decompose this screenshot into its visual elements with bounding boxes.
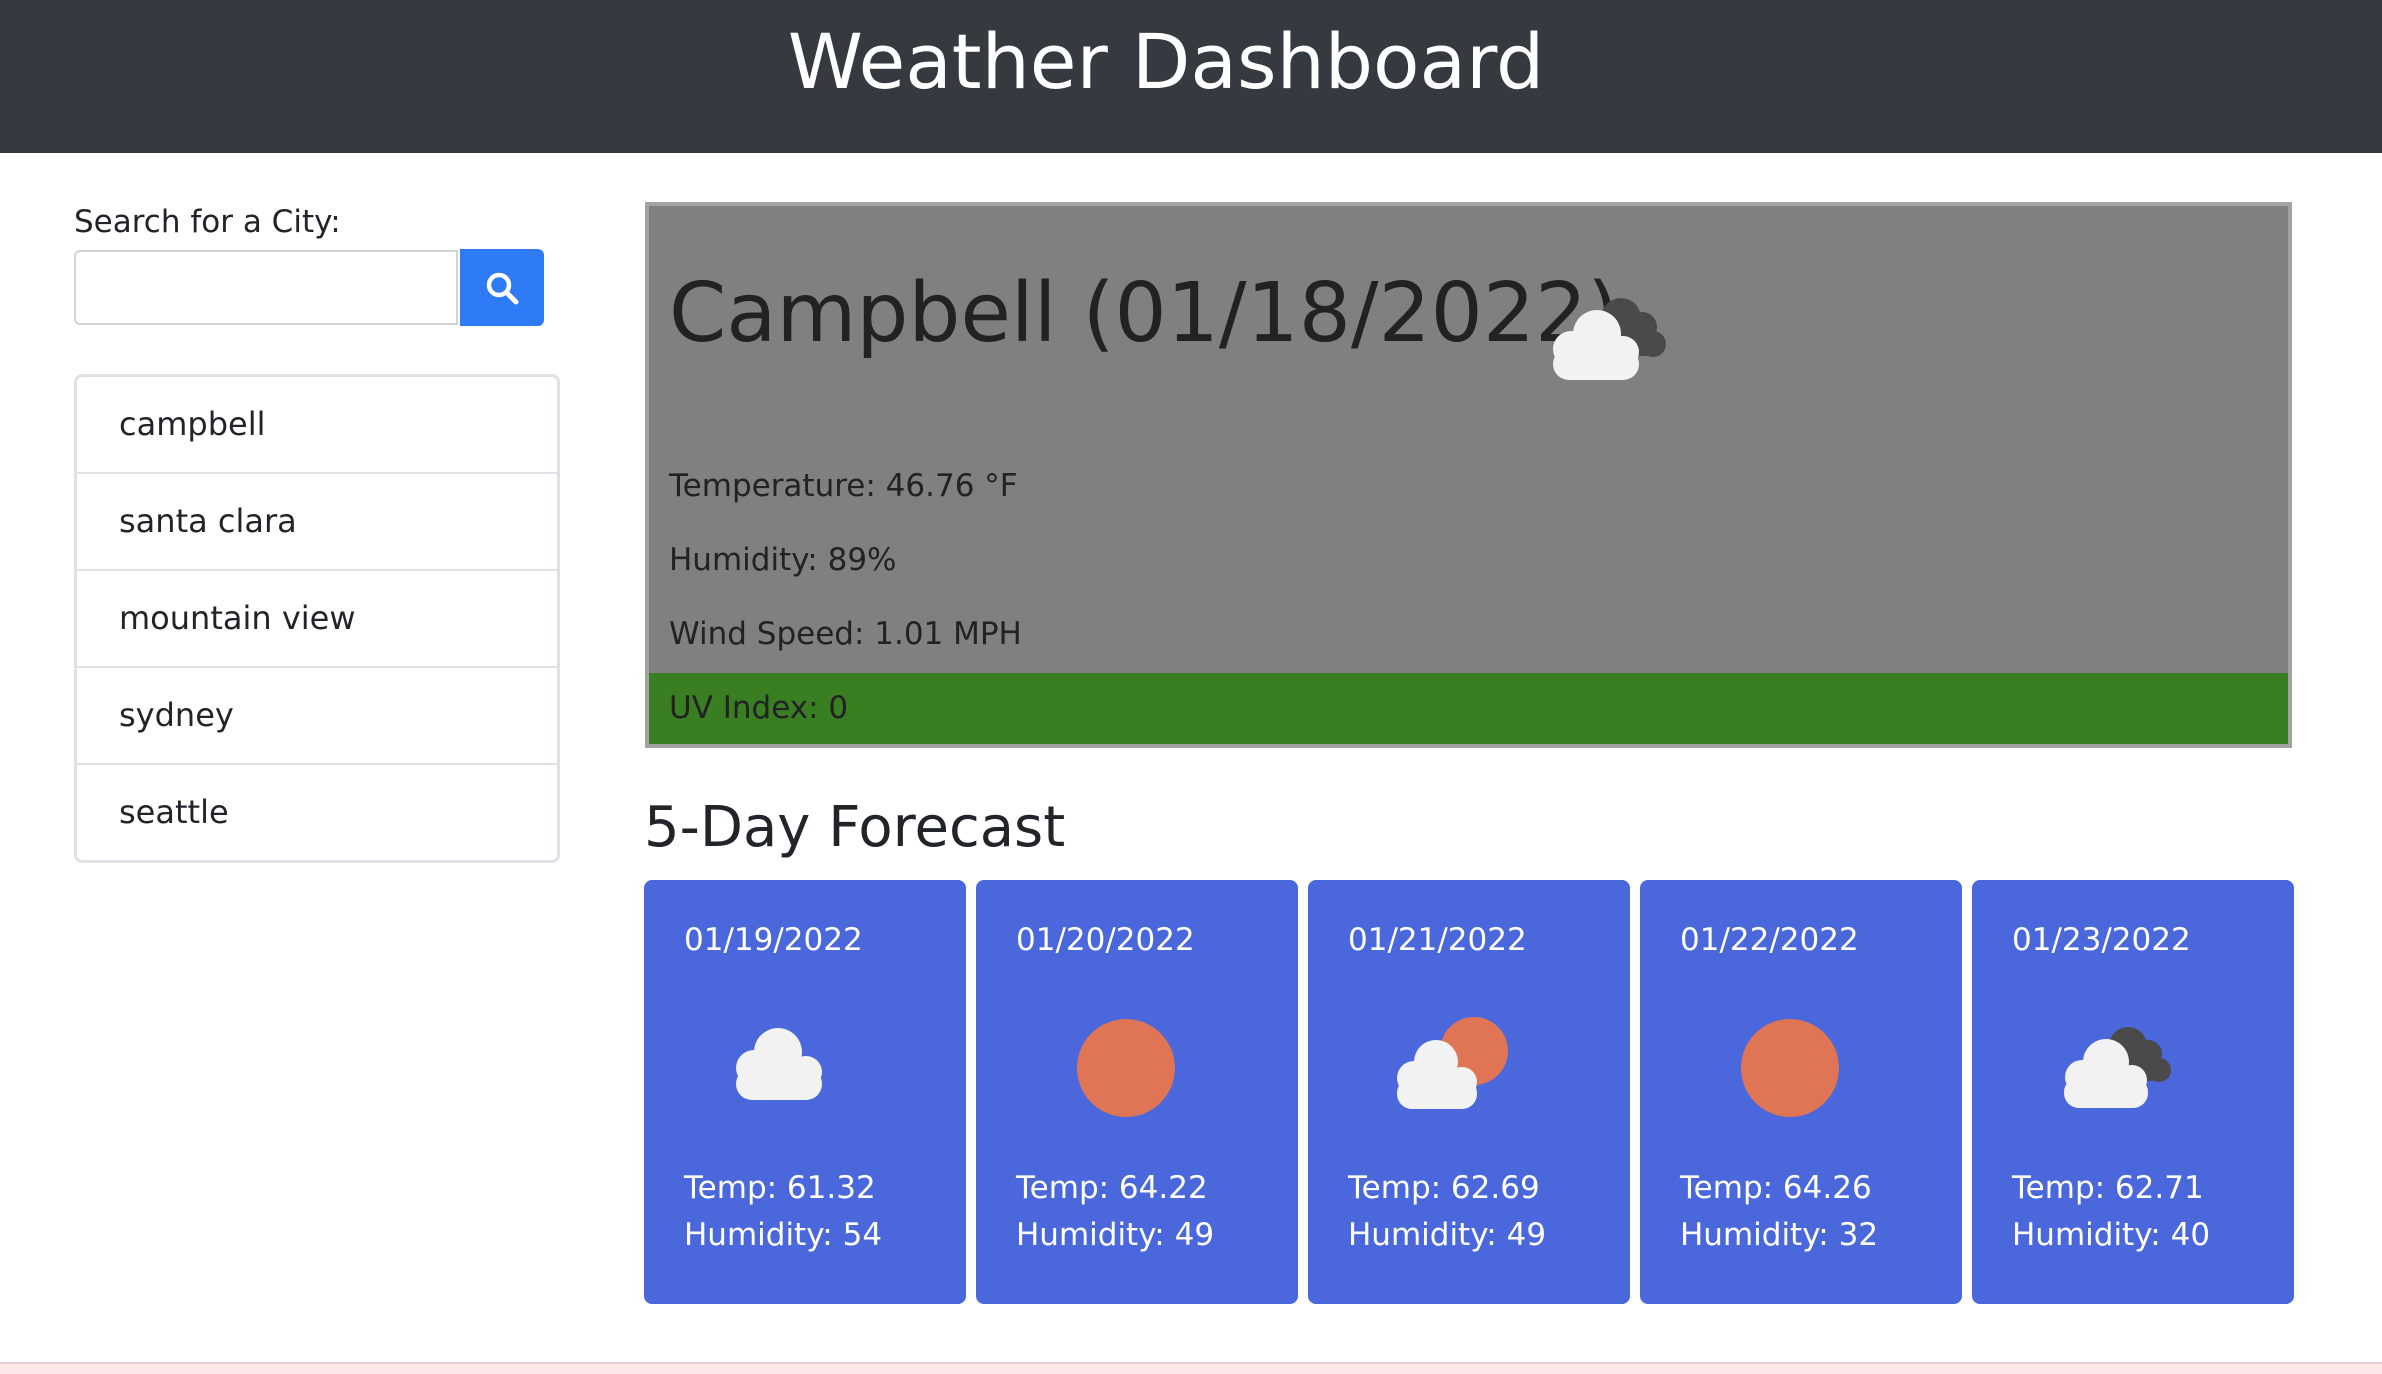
search-button[interactable] <box>460 249 544 326</box>
forecast-date: 01/21/2022 <box>1348 922 1527 958</box>
forecast-humidity: Humidity: 32 <box>1680 1217 1879 1253</box>
sun-icon <box>1077 1019 1175 1117</box>
cloud-icon <box>736 1028 822 1100</box>
forecast-card: 01/20/2022 Temp: 64.22 Humidity: 49 <box>976 880 1298 1304</box>
city-search-input[interactable] <box>74 250 458 325</box>
history-item-santa-clara[interactable]: santa clara <box>77 474 557 571</box>
current-weather-panel: Campbell (01/18/2022) Temperature: 46.76… <box>645 202 2292 748</box>
forecast-humidity: Humidity: 54 <box>684 1217 883 1253</box>
bottom-strip <box>0 1362 2382 1374</box>
search-history-list: campbell santa clara mountain view sydne… <box>74 374 560 863</box>
forecast-date: 01/23/2022 <box>2012 922 2191 958</box>
current-humidity: Humidity: 89% <box>669 542 897 578</box>
forecast-temp: Temp: 61.32 <box>684 1170 876 1206</box>
page-title: Weather Dashboard <box>787 17 1545 106</box>
history-item-mountain-view[interactable]: mountain view <box>77 571 557 668</box>
history-item-campbell[interactable]: campbell <box>77 377 557 474</box>
current-city-title: Campbell (01/18/2022) <box>669 266 1620 361</box>
history-item-sydney[interactable]: sydney <box>77 668 557 765</box>
forecast-temp: Temp: 62.69 <box>1348 1170 1540 1206</box>
history-item-seattle[interactable]: seattle <box>77 765 557 860</box>
forecast-date: 01/19/2022 <box>684 922 863 958</box>
forecast-humidity: Humidity: 49 <box>1348 1217 1547 1253</box>
forecast-title: 5-Day Forecast <box>644 795 1066 860</box>
page-header: Weather Dashboard <box>0 0 2382 153</box>
forecast-date: 01/22/2022 <box>1680 922 1859 958</box>
partly-cloudy-icon <box>1397 1017 1508 1109</box>
forecast-card: 01/19/2022 Temp: 61.32 Humidity: 54 <box>644 880 966 1304</box>
forecast-humidity: Humidity: 49 <box>1016 1217 1215 1253</box>
forecast-card: 01/21/2022 Temp: 62.69 Humidity: 49 <box>1308 880 1630 1304</box>
forecast-card: 01/22/2022 Temp: 64.26 Humidity: 32 <box>1640 880 1962 1304</box>
forecast-card: 01/23/2022 Temp: 62.71 Humidity: 40 <box>1972 880 2294 1304</box>
cloudy-icon <box>1553 298 1666 380</box>
forecast-humidity: Humidity: 40 <box>2012 1217 2211 1253</box>
forecast-temp: Temp: 64.22 <box>1016 1170 1208 1206</box>
forecast-temp: Temp: 64.26 <box>1680 1170 1872 1206</box>
forecast-date: 01/20/2022 <box>1016 922 1195 958</box>
search-icon <box>486 272 519 304</box>
forecast-temp: Temp: 62.71 <box>2012 1170 2204 1206</box>
search-label: Search for a City: <box>74 204 341 240</box>
sun-icon <box>1741 1019 1839 1117</box>
uv-index-bar: UV Index: 0 <box>649 673 2288 744</box>
current-temperature: Temperature: 46.76 °F <box>669 468 1018 504</box>
current-wind-speed: Wind Speed: 1.01 MPH <box>669 616 1022 652</box>
cloudy-icon <box>2064 1027 2171 1108</box>
